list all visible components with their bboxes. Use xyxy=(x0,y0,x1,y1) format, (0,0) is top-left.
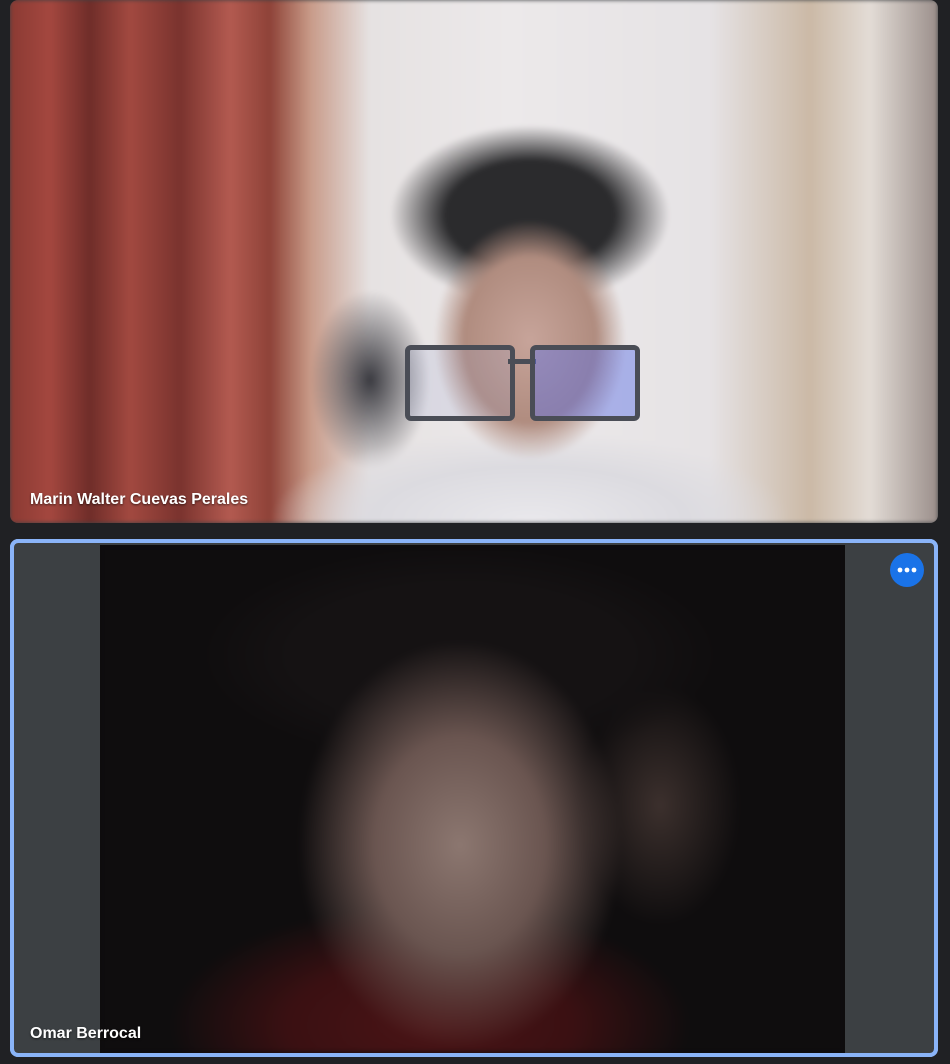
video-detail-glasses xyxy=(405,345,640,421)
participant-tile-marin[interactable]: Marin Walter Cuevas Perales xyxy=(10,0,938,523)
meeting-grid: Marin Walter Cuevas Perales Omar Berroca… xyxy=(0,0,950,1064)
participant-video xyxy=(10,0,938,523)
participant-name-label: Marin Walter Cuevas Perales xyxy=(30,491,249,508)
more-options-button[interactable] xyxy=(890,553,924,587)
participant-tile-omar[interactable]: Omar Berrocal xyxy=(10,539,938,1057)
participant-name-label: Omar Berrocal xyxy=(30,1025,142,1042)
participant-video xyxy=(100,545,845,1053)
more-horizontal-icon xyxy=(897,567,917,573)
